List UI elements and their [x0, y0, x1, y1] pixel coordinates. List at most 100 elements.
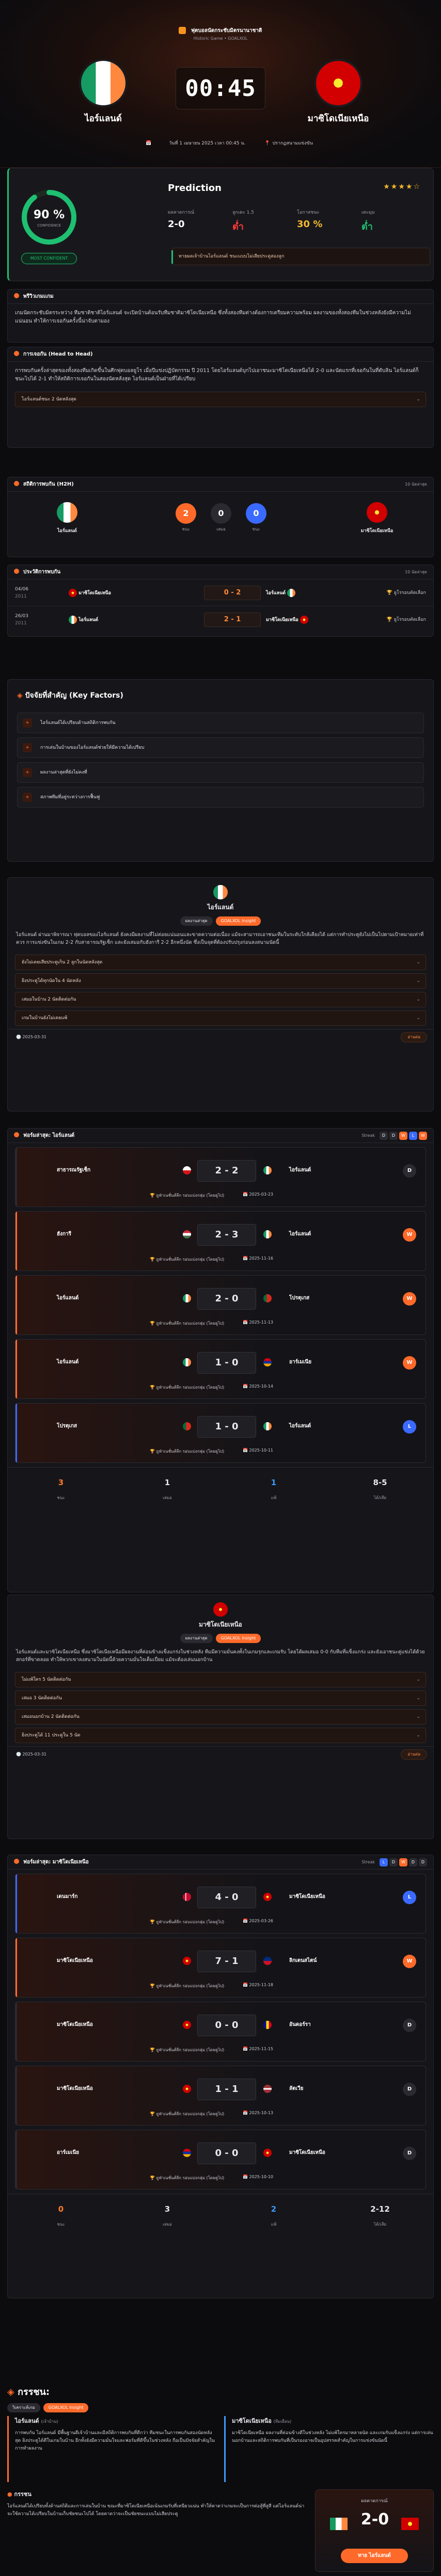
ireland-flag-icon	[69, 616, 77, 624]
history-icon	[14, 569, 19, 574]
streak-badge: W	[399, 1132, 407, 1140]
insight-item[interactable]: ยังไม่เคยเสียประตูเกิน 2 ลูกในนัดหลังสุด…	[15, 955, 426, 970]
h2h-home-name: ไอร์แลนด์	[57, 528, 77, 534]
team-flag-icon	[263, 1294, 272, 1302]
streak-badge: L	[380, 1858, 388, 1866]
form-stat-value: 0	[58, 2204, 64, 2214]
team-flag-icon	[263, 2085, 272, 2093]
factor-icon: +	[23, 768, 32, 777]
trophy-icon: 🏆	[386, 590, 392, 595]
form-match[interactable]: ไอร์แลนด์ 2 - 0 โปรตุเกส W 🏆 ยูฟ่าเนชั่นส์ลี…	[15, 1275, 426, 1335]
insight-item[interactable]: เสมอนอกบ้าน 2 นัดติดต่อกัน ⌄	[15, 1709, 426, 1725]
form-match[interactable]: มาซิโดเนียเหนือ 0 - 0 อันดอร์รา D 🏆 ยูฟ่าเนช…	[15, 2002, 426, 2062]
summary-home-heading: ไอร์แลนด์	[15, 2418, 39, 2424]
insight-item-label: เสมอในบ้าน 2 นัดติดต่อกัน	[22, 997, 76, 1002]
h2h-year: 2011	[15, 621, 27, 626]
stats-icon	[14, 481, 19, 486]
insight-item-label: ยังไม่เคยเสียประตูเกิน 2 ลูกในนัดหลังสุด	[22, 960, 103, 965]
home-team[interactable]: ไอร์แลนด์	[67, 61, 139, 125]
section-header: ฟอร์มล่าสุด: ไอร์แลนด์ Streak D D W L W	[8, 1129, 433, 1143]
streak: Streak L D W D D	[361, 1855, 427, 1870]
insight-item[interactable]: ยิงประตูได้ทุกนัดใน 4 นัดหลัง ⌄	[15, 973, 426, 989]
chevron-down-icon: ⌄	[416, 978, 420, 984]
insight-date: 2025-03-31	[22, 1035, 47, 1039]
insight-item[interactable]: เสมอ 3 นัดติดต่อกัน ⌄	[15, 1691, 426, 1706]
form-match[interactable]: เดนมาร์ก 4 - 0 มาซิโดเนียเหนือ L 🏆 ยูฟ่าเนชั…	[15, 1874, 426, 1934]
trophy-icon: 🏆	[386, 617, 392, 622]
insight-pill: ผลงานล่าสุด	[180, 916, 213, 926]
form-team-b: ไอร์แลนด์	[289, 1231, 311, 1237]
h2h-year: 2011	[15, 594, 27, 599]
home-form-panel: ฟอร์มล่าสุด: ไอร์แลนด์ Streak D D W L W สาธาร…	[7, 1128, 434, 1592]
h2h-row-date: 26/03 2011	[15, 613, 28, 627]
form-match[interactable]: ไอร์แลนด์ 1 - 0 อาร์เมเนีย W 🏆 ยูฟ่าเนชั่นส์…	[15, 1339, 426, 1399]
summary-title: ◈ กรรชน:	[7, 2384, 434, 2399]
pred-col-value: 2-0	[168, 219, 185, 230]
insight-header: ไอร์แลนด์ ผลงานล่าสุด GOALXOL Insight	[8, 878, 433, 926]
form-match[interactable]: สาธารณรัฐเช็ก 2 - 2 ไอร์แลนด์ D 🏆 ยูฟ่าเนชั่…	[15, 1147, 426, 1207]
insight-item[interactable]: เกมในบ้านยังไม่เคยแพ้ ⌄	[15, 1010, 426, 1026]
conclusion-heading: ● กรรชน	[7, 2489, 307, 2499]
summary-away-heading: มาซิโดเนียเหนือ	[232, 2418, 272, 2424]
h2h-row[interactable]: 04/06 2011 มาซิโดเนียเหนือ 0 - 2 ไอร์แลนด…	[8, 579, 433, 606]
form-match[interactable]: มาซิโดเนียเหนือ 1 - 1 ลัตเวีย D 🏆 ยูฟ่าเนชั่…	[15, 2066, 426, 2126]
form-match[interactable]: อาร์เมเนีย 0 - 0 มาซิโดเนียเหนือ D 🏆 ยูฟ่าเน…	[15, 2130, 426, 2189]
insight-item[interactable]: ยิงประตูได้ 11 ประตูใน 5 นัด ⌄	[15, 1728, 426, 1743]
clock-icon: 🕒	[16, 1752, 21, 1757]
calendar-icon: 📅	[243, 2111, 248, 2115]
team-flag-icon	[263, 1893, 272, 1901]
team-flag-icon	[183, 1422, 191, 1430]
h2h-toggle[interactable]: ไอร์แลนด์ชนะ 2 นัดหลังสุด ⌄	[15, 392, 426, 407]
prediction-box-title: ผลคาดการณ์	[361, 2499, 388, 2504]
form-date: 📅 2025-11-18	[243, 1983, 273, 1987]
form-match[interactable]: ฮังการี 2 - 3 ไอร์แลนด์ W 🏆 ยูฟ่าเนชั่นส์ลีก…	[15, 1211, 426, 1271]
read-more-button[interactable]: อ่านต่อ	[401, 1032, 427, 1042]
team-flag-icon	[263, 1230, 272, 1238]
h2h-team-a-name: ไอร์แลนด์	[78, 617, 99, 623]
predicted-winner-button[interactable]: ทาย ไอร์แลนด์	[341, 2549, 408, 2563]
prediction-note: ทายผลเจ้าบ้านไอร์แลนด์ ชนะแบบไม่เสียประต…	[171, 248, 430, 265]
insight-pill: ผลงานล่าสุด	[180, 1634, 213, 1643]
h2h-row[interactable]: 26/03 2011 ไอร์แลนด์ 2 - 1 มาซิโดเนียเหนื…	[8, 606, 433, 633]
confidence-ring: 90 % CONFIDENCE	[22, 190, 76, 245]
result-indicator	[15, 2002, 17, 2061]
form-date-value: 2025-11-13	[249, 1320, 274, 1325]
calendar-icon: 📅	[243, 1256, 248, 1261]
streak-badge: L	[409, 1132, 417, 1140]
chevron-down-icon: ⌄	[416, 997, 420, 1002]
insight-item[interactable]: เสมอในบ้าน 2 นัดติดต่อกัน ⌄	[15, 992, 426, 1007]
form-team-a: ไอร์แลนด์	[57, 1295, 79, 1301]
team-flag-icon	[183, 2085, 191, 2093]
form-competition-name: ยูฟ่าเนชั่นส์ลีก รอบแบ่งกลุ่ม (โดยดูไป)	[156, 2048, 225, 2052]
factor-icon: +	[23, 793, 32, 802]
h2h-draws-label: เสมอ	[216, 527, 226, 532]
chevron-down-icon: ⌄	[416, 1696, 420, 1701]
away-team[interactable]: มาซิโดเนียเหนือ	[302, 61, 374, 125]
h2h-draws-value: 0	[211, 503, 231, 524]
conclusion-title: กรรชน	[14, 2491, 32, 2498]
insight-header: มาซิโดเนียเหนือ ผลงานล่าสุด GOALXOL Insig…	[8, 1595, 433, 1643]
form-match[interactable]: โปรตุเกส 1 - 0 ไอร์แลนด์ L 🏆 ยูฟ่าเนชั่นส์ลี…	[15, 1403, 426, 1463]
insight-item[interactable]: ไม่แพ้ใคร 5 นัดติดต่อกัน ⌄	[15, 1672, 426, 1687]
h2h-competition: 🏆 ยูโรรอบคัดเลือก	[387, 589, 426, 596]
form-competition-name: ยูฟ่าเนชั่นส์ลีก รอบแบ่งกลุ่ม (โดยดูไป)	[156, 2176, 225, 2180]
read-more-button[interactable]: อ่านต่อ	[401, 1749, 427, 1760]
form-team-a: เดนมาร์ก	[57, 1894, 78, 1899]
insight-footer: 🕒 2025-03-31 อ่านต่อ	[8, 1029, 433, 1044]
factor-item: + สภาพทีมที่อยู่ระหว่างการฟื้นฟู	[17, 787, 424, 808]
factor-text: ผลงานล่าสุดที่ยังไม่คงที่	[40, 770, 87, 775]
section-title: สถิติการพบกัน (H2H)	[23, 481, 74, 487]
factor-icon: +	[23, 718, 32, 728]
form-competition-name: ยูฟ่าเนชั่นส์ลีก รอบแบ่งกลุ่ม (โดยดูไป)	[156, 1193, 225, 1198]
section-title: พรีวิวเกมเเกม	[23, 294, 54, 299]
form-competition-name: ยูฟ่าเนชั่นส์ลีก รอบแบ่งกลุ่ม (โดยดูไป)	[156, 1385, 225, 1390]
ireland-flag-icon	[330, 2518, 348, 2530]
competition-sub: Historic Game • GOALXOL	[193, 36, 248, 41]
chevron-down-icon: ⌄	[416, 1677, 420, 1682]
section-title: ฟอร์มล่าสุด: ไอร์แลนด์	[23, 1133, 75, 1138]
section-header: สถิติการพบกัน (H2H) 10 นัดล่าสุด	[8, 477, 433, 492]
factor-item: + การเล่นในบ้านของไอร์แลนด์ช่วยให้มีความไ…	[17, 737, 424, 758]
team-flag-icon	[263, 1166, 272, 1174]
pred-col-label: โอกาสชนะ	[297, 210, 320, 215]
form-match[interactable]: มาซิโดเนียเหนือ 7 - 1 ลิกเตนสไตน์ W 🏆 ยูฟ่าเ…	[15, 1938, 426, 1998]
